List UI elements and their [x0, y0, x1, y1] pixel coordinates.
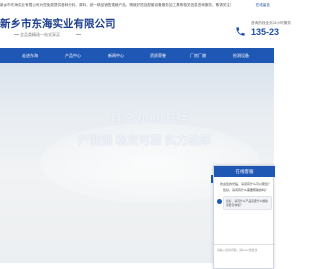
top-notice-bar: 新乡市东海实业有限公司为您免费提供各种分料、原料、统一精品销售规格产品、精致好质…	[0, 0, 274, 10]
chat-prompt-text: 您好，请问有什么需要帮助的吗？	[222, 188, 268, 192]
top-notice-text: 新乡市东海实业有限公司为您免费提供各种分料、原料、统一精品销售规格产品、精致好质…	[0, 3, 234, 7]
nav-item-news[interactable]: 新闻中心	[108, 48, 124, 63]
top-message-link[interactable]: 在线留言	[252, 0, 270, 10]
hotline-label: 咨询热线全天24小时服务	[251, 21, 291, 25]
hotline-number[interactable]: 135-23	[251, 27, 279, 37]
phone-icon	[236, 27, 245, 36]
nav-item-products[interactable]: 产品中心	[65, 48, 81, 63]
nav-item-about[interactable]: 走进东海	[22, 48, 38, 63]
company-name[interactable]: 新乡市东海实业有限公司	[0, 16, 116, 31]
chat-welcome-text: 欢迎您的光临，请问有什么可以帮您？	[219, 182, 271, 186]
slogan-divider-right	[76, 34, 81, 35]
nav-item-honors[interactable]: 资质荣誉	[150, 48, 166, 63]
agent-avatar	[217, 199, 222, 204]
slogan-divider-left	[14, 34, 19, 35]
banner-subheadline: 产能强 稳定可靠 实力雄厚	[78, 135, 211, 147]
main-nav: 走进东海 产品中心 新闻中心 资质荣誉 厂房厂貌 检测设备	[0, 48, 274, 63]
chat-header[interactable]: 在线客服	[214, 166, 275, 177]
chat-message-bubble: 您好，请问什么产品需要什么规格需要咨询呢？	[223, 196, 272, 210]
banner-headline: 月产2000万件	[110, 112, 189, 126]
chat-widget: 在线客服 欢迎您的光临，请问有什么可以帮您？ 您好，请问有什么需要帮助的吗？ 您…	[213, 165, 275, 269]
chat-input-area[interactable]: 请输入您的问题，按Enter键发送	[214, 244, 275, 269]
chat-title: 在线客服	[235, 169, 254, 174]
chat-input-placeholder: 请输入您的问题，按Enter键发送	[217, 248, 258, 252]
nav-item-equipment[interactable]: 检测设备	[233, 48, 249, 63]
company-slogan: 全品类精选一站式采买	[20, 32, 60, 37]
nav-item-factory[interactable]: 厂房厂貌	[190, 48, 206, 63]
